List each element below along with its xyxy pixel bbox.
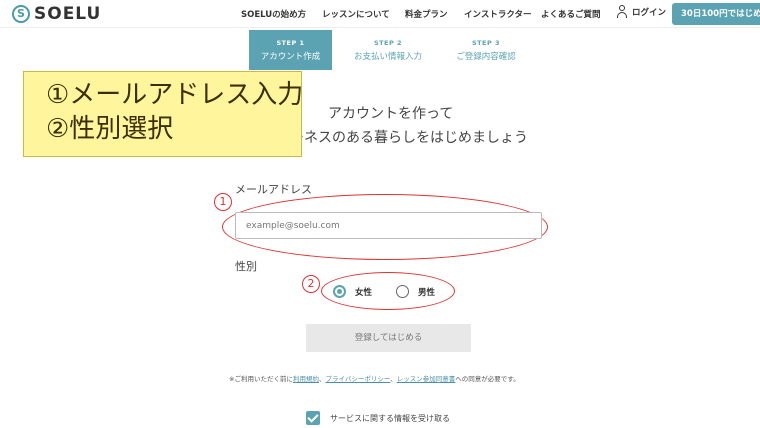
nav-instructors[interactable]: インストラクター bbox=[464, 8, 532, 20]
step-label: お支払い情報入力 bbox=[353, 52, 422, 62]
radio-unselected-icon bbox=[396, 285, 409, 298]
step-1: STEP 1 アカウント作成 bbox=[249, 30, 332, 70]
annotation-marker-2: 2 bbox=[302, 275, 320, 293]
terms-suffix: への同意が必要です。 bbox=[455, 375, 520, 383]
annotation-line-1: ①メールアドレス入力 bbox=[46, 80, 304, 110]
logo-icon: S bbox=[12, 5, 30, 23]
register-button[interactable]: 登録してはじめる bbox=[306, 324, 471, 352]
annotation-marker-1: 1 bbox=[214, 193, 232, 211]
step-label: アカウント作成 bbox=[260, 52, 321, 62]
email-label: メールアドレス bbox=[235, 183, 312, 196]
login-label: ログイン bbox=[632, 8, 667, 18]
annotation-line-2: ②性別選択 bbox=[46, 114, 174, 144]
terms-prefix: ※ご利用いただく前に bbox=[229, 375, 293, 383]
annotation-note: ①メールアドレス入力 ②性別選択 bbox=[23, 71, 304, 157]
headline-line-1: アカウントを作って bbox=[328, 106, 454, 122]
step-2: STEP 2 お支払い情報入力 bbox=[346, 30, 430, 70]
step-number: STEP 3 bbox=[471, 39, 501, 47]
nav-about-lessons[interactable]: レッスンについて bbox=[322, 8, 390, 20]
newsletter-label[interactable]: サービスに関する情報を受け取る bbox=[330, 413, 450, 424]
step-number: STEP 1 bbox=[276, 39, 305, 47]
radio-selected-icon bbox=[333, 285, 346, 298]
login-link[interactable]: ログイン bbox=[616, 4, 666, 20]
nav-pricing[interactable]: 料金プラン bbox=[405, 8, 448, 20]
step-label: ご登録内容確認 bbox=[456, 52, 516, 62]
trial-button[interactable]: 30日100円ではじめる bbox=[672, 3, 760, 25]
newsletter-checkbox[interactable] bbox=[306, 411, 320, 425]
email-field[interactable] bbox=[235, 212, 542, 239]
headline-line-2: ーネスのある暮らしをはじめましょう bbox=[290, 130, 528, 146]
user-icon bbox=[616, 4, 628, 20]
site-header: S SOELU SOELUの始め方 レッスンについて 料金プラン インストラクタ… bbox=[0, 0, 760, 28]
step-number: STEP 2 bbox=[373, 39, 403, 47]
nav-faq[interactable]: よくあるご質問 bbox=[541, 8, 601, 20]
soelu-logo[interactable]: S SOELU bbox=[12, 4, 101, 24]
privacy-policy-link[interactable]: プライバシーポリシー bbox=[325, 375, 390, 383]
lesson-consent-link[interactable]: レッスン参加同意書 bbox=[397, 375, 456, 383]
nav-how-to-start[interactable]: SOELUの始め方 bbox=[241, 8, 306, 20]
gender-female-radio[interactable]: 女性 bbox=[333, 285, 372, 298]
gender-label: 性別 bbox=[235, 260, 257, 273]
step-3: STEP 3 ご登録内容確認 bbox=[446, 30, 526, 70]
logo-text: SOELU bbox=[34, 4, 102, 24]
gender-female-label: 女性 bbox=[355, 287, 373, 298]
gender-male-radio[interactable]: 男性 bbox=[396, 285, 435, 298]
gender-male-label: 男性 bbox=[418, 287, 436, 298]
terms-notice: ※ご利用いただく前に利用規約、プライバシーポリシー、レッスン参加同意書への同意が… bbox=[229, 373, 520, 383]
terms-of-use-link[interactable]: 利用規約 bbox=[293, 375, 319, 383]
